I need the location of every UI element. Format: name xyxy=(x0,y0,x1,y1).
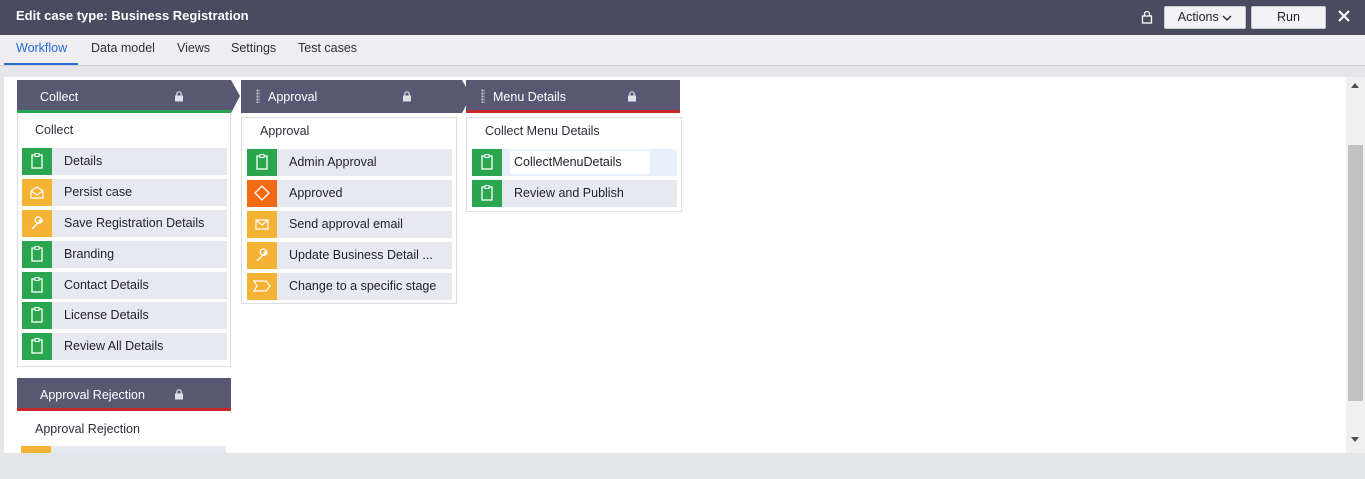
page-title: Edit case type: Business Registration xyxy=(16,8,249,23)
footer-band xyxy=(0,453,1365,479)
run-button-label: Run xyxy=(1277,10,1300,24)
step-label: Save Registration Details xyxy=(64,216,205,230)
step-collectmenudetails[interactable]: CollectMenuDetails xyxy=(472,149,677,176)
step-label: Details xyxy=(64,154,103,168)
step-branding[interactable]: Branding xyxy=(22,241,227,268)
stage-name: Menu Details xyxy=(493,90,566,104)
step-approved[interactable]: Approved xyxy=(247,180,452,207)
lock-icon xyxy=(174,91,184,105)
tab-workflow[interactable]: Workflow xyxy=(4,41,78,65)
step-save-registration-details[interactable]: Save Registration Details xyxy=(22,210,227,237)
scrollbar-thumb[interactable] xyxy=(1348,145,1363,401)
step-label: Review and Publish xyxy=(514,186,624,200)
step-change-to-a-specific-stage[interactable]: Change to a specific stage xyxy=(247,273,452,300)
tab-bar: Workflow Data model Views Settings Test … xyxy=(0,35,1365,66)
stage-name: Approval xyxy=(268,90,318,104)
wrench-icon xyxy=(22,210,52,237)
chevron-stage-icon xyxy=(247,273,277,300)
scroll-up-icon[interactable] xyxy=(1351,83,1359,88)
envelope-icon xyxy=(247,211,277,238)
stage-header-menu-details[interactable]: Menu Details xyxy=(466,80,680,113)
top-bar: Edit case type: Business Registration Ac… xyxy=(0,0,1365,35)
stage-header-approval[interactable]: Approval xyxy=(241,80,462,113)
step-name-input[interactable]: CollectMenuDetails xyxy=(510,151,650,174)
step-label: License Details xyxy=(64,308,149,322)
step-label: Admin Approval xyxy=(289,155,377,169)
stage-name: Collect xyxy=(40,90,79,104)
step-review-all-details[interactable]: Review All Details xyxy=(22,333,227,360)
wrench-icon xyxy=(247,242,277,269)
clipboard-icon xyxy=(22,333,52,360)
step-icon-partial xyxy=(21,446,51,453)
stage-arrow xyxy=(231,80,240,113)
tab-test-cases[interactable]: Test cases xyxy=(298,41,357,65)
step-partial[interactable] xyxy=(21,446,226,453)
stage-name: Approval Rejection xyxy=(40,388,145,402)
step-details[interactable]: Details xyxy=(22,148,227,175)
run-button[interactable]: Run xyxy=(1251,6,1326,29)
chevron-down-icon xyxy=(1222,10,1232,24)
stage-header-collect[interactable]: Collect xyxy=(17,80,231,113)
workflow-canvas: Collect Collect Details Persist case Sav… xyxy=(4,77,1346,453)
clipboard-icon xyxy=(247,149,277,176)
step-admin-approval[interactable]: Admin Approval xyxy=(247,149,452,176)
step-label: Review All Details xyxy=(64,339,164,353)
step-send-approval-email[interactable]: Send approval email xyxy=(247,211,452,238)
lock-icon xyxy=(174,389,184,403)
step-persist-case[interactable]: Persist case xyxy=(22,179,227,206)
step-label: Contact Details xyxy=(64,278,149,292)
envelope-open-icon xyxy=(22,179,52,206)
vertical-scrollbar[interactable] xyxy=(1346,77,1365,453)
process-title[interactable]: Approval Rejection xyxy=(35,422,140,436)
scroll-down-icon[interactable] xyxy=(1351,437,1359,442)
stage-body-collect: Collect Details Persist case Save Regist… xyxy=(17,113,231,367)
clipboard-icon xyxy=(472,180,502,207)
step-label: Approved xyxy=(289,186,343,200)
drag-handle-icon[interactable] xyxy=(481,89,485,103)
lock-icon[interactable] xyxy=(1141,10,1153,27)
step-license-details[interactable]: License Details xyxy=(22,302,227,329)
step-label: Persist case xyxy=(64,185,133,199)
step-label: Update Business Detail ... xyxy=(289,248,433,262)
drag-handle-icon[interactable] xyxy=(256,89,260,103)
clipboard-icon xyxy=(22,302,52,329)
clipboard-icon xyxy=(472,149,502,176)
stage-body-menu-details: Collect Menu Details CollectMenuDetails … xyxy=(466,117,682,212)
step-update-business-detail[interactable]: Update Business Detail ... xyxy=(247,242,452,269)
actions-button[interactable]: Actions xyxy=(1164,6,1246,29)
actions-button-label: Actions xyxy=(1177,10,1219,24)
diamond-icon xyxy=(247,180,277,207)
process-title[interactable]: Collect Menu Details xyxy=(485,124,600,138)
step-label: Send approval email xyxy=(289,217,403,231)
clipboard-icon xyxy=(22,241,52,268)
stage-header-approval-rejection[interactable]: Approval Rejection xyxy=(17,378,231,411)
step-review-and-publish[interactable]: Review and Publish xyxy=(472,180,677,207)
step-contact-details[interactable]: Contact Details xyxy=(22,272,227,299)
clipboard-icon xyxy=(22,148,52,175)
clipboard-icon xyxy=(22,272,52,299)
tab-views[interactable]: Views xyxy=(177,41,210,65)
tab-settings[interactable]: Settings xyxy=(231,41,276,65)
step-label: Change to a specific stage xyxy=(289,279,437,293)
process-title[interactable]: Approval xyxy=(260,124,309,138)
step-label: Branding xyxy=(64,247,115,261)
stage-body-approval: Approval Admin Approval Approved Send ap… xyxy=(241,117,457,304)
process-title[interactable]: Collect xyxy=(35,123,73,137)
lock-icon xyxy=(402,91,412,105)
tab-data-model[interactable]: Data model xyxy=(91,41,155,65)
lock-icon xyxy=(627,91,637,105)
close-icon[interactable] xyxy=(1337,9,1351,26)
